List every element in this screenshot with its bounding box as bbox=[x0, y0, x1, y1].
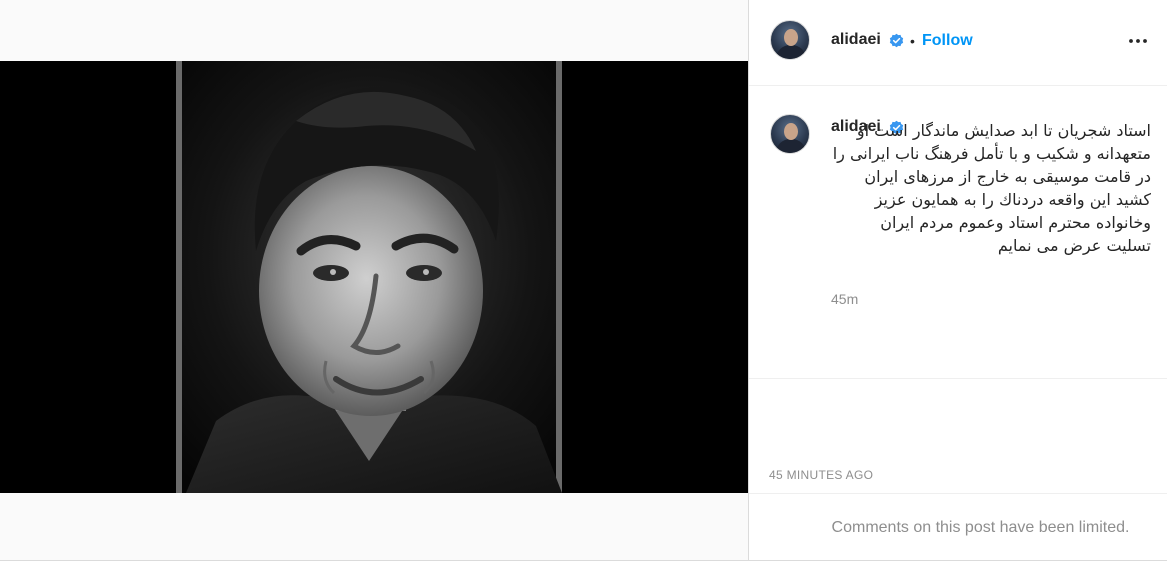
avatar[interactable] bbox=[770, 20, 810, 60]
header-username[interactable]: alidaei bbox=[831, 31, 881, 49]
post-modal: alidaei • Follow alidaei استاد شجریان تا… bbox=[0, 0, 1167, 561]
modal-backdrop-top bbox=[0, 0, 748, 61]
portrait-photo bbox=[176, 61, 562, 493]
avatar-shoulders bbox=[776, 45, 806, 59]
more-options-icon[interactable] bbox=[1127, 30, 1149, 52]
caption-section: alidaei استاد شجریان تا ابد صدایش ماندگا… bbox=[749, 86, 1167, 379]
follow-button[interactable]: Follow bbox=[922, 32, 973, 50]
avatar-face bbox=[784, 29, 798, 46]
caption-timestamp[interactable]: 45m bbox=[831, 291, 858, 307]
separator-dot: • bbox=[910, 33, 915, 49]
modal-backdrop-bottom bbox=[0, 493, 748, 561]
comments-bar: Comments on this post have been limited. bbox=[749, 493, 1167, 560]
post-video[interactable] bbox=[0, 61, 748, 493]
verified-badge-icon bbox=[889, 33, 904, 48]
post-header: alidaei • Follow bbox=[749, 0, 1167, 86]
caption-text: استاد شجریان تا ابد صدایش ماندگار است او… bbox=[832, 121, 1151, 255]
post-timestamp[interactable]: 45 MINUTES AGO bbox=[769, 468, 873, 482]
post-side-panel: alidaei • Follow alidaei استاد شجریان تا… bbox=[748, 0, 1167, 561]
comments-limited-notice: Comments on this post have been limited. bbox=[831, 518, 1130, 536]
